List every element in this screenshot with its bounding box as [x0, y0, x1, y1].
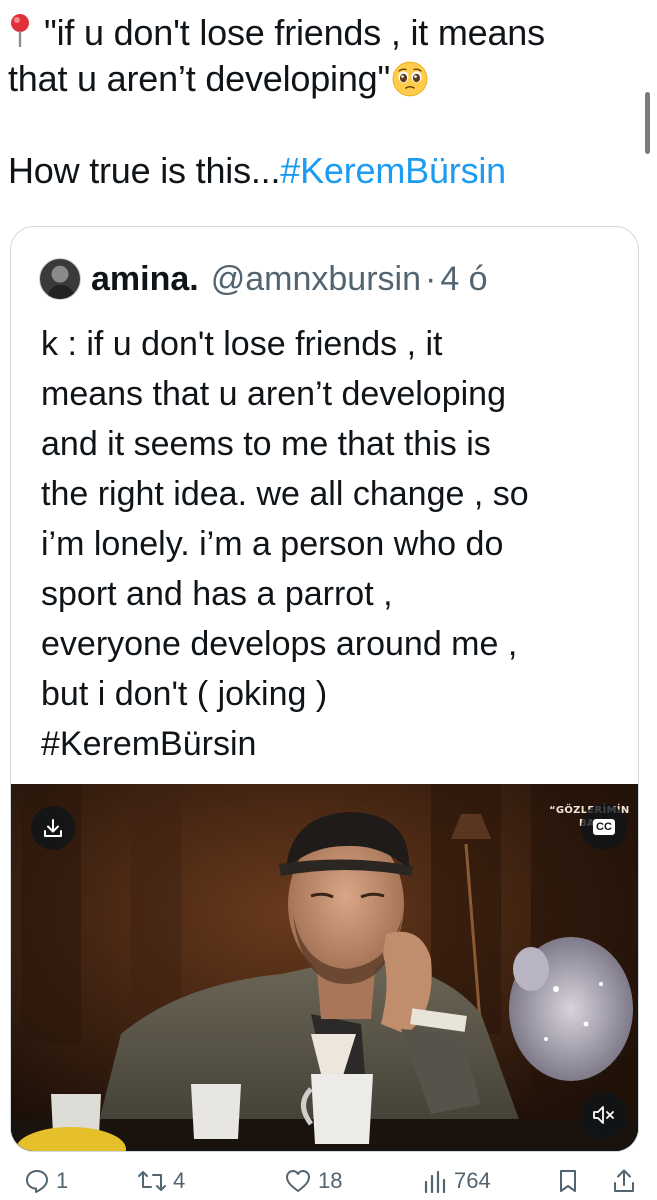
captions-button[interactable]: CC — [581, 804, 627, 850]
quote-line: everyone develops around me , — [41, 625, 518, 663]
share-icon — [614, 1169, 634, 1192]
quote-line: k : if u don't lose friends , it — [41, 325, 443, 363]
round-pushpin-icon — [11, 14, 29, 47]
reply-count: 1 — [56, 1168, 69, 1193]
tweet-detail-page: "if u don't lose friends , it means that… — [0, 0, 657, 1200]
tweet-line-3-text: How true is this... — [8, 150, 281, 191]
view-count: 764 — [454, 1168, 491, 1193]
like-button[interactable]: 18 — [284, 1168, 342, 1194]
download-icon — [44, 819, 62, 837]
download-button[interactable] — [31, 806, 75, 850]
quote-line: but i don't ( joking ) — [41, 675, 328, 713]
quote-hashtag-link[interactable]: #KeremBürsin — [41, 719, 621, 769]
bookmark-icon — [560, 1170, 576, 1192]
reply-button[interactable]: 1 — [24, 1168, 68, 1194]
avatar[interactable] — [39, 258, 81, 300]
hashtag-link[interactable]: #KeremBürsin — [280, 150, 506, 191]
video-frame — [11, 784, 638, 1151]
like-count: 18 — [318, 1168, 343, 1193]
share-button[interactable] — [612, 1168, 636, 1194]
bookmark-button[interactable] — [557, 1168, 579, 1194]
tweet-action-bar: 1 4 18 764 — [0, 1168, 657, 1200]
views-button[interactable]: 764 — [422, 1168, 491, 1194]
cc-icon: CC — [593, 819, 615, 835]
heart-icon — [286, 1170, 310, 1192]
repost-button[interactable]: 4 — [137, 1168, 185, 1194]
quote-line: sport and has a parrot , — [41, 575, 393, 613]
tweet-line-1: "if u don't lose friends , it means — [8, 10, 638, 56]
quoted-tweet-text: k : if u don't lose friends , it means t… — [41, 319, 621, 769]
quote-line: and it seems to me that this is — [41, 425, 491, 463]
video-player[interactable]: “GÖZLERİMİN BAK, CC — [11, 784, 638, 1151]
analytics-icon — [424, 1170, 446, 1194]
quoted-tweet-time[interactable]: 4 ó — [440, 260, 487, 299]
quote-line: the right idea. we all change , so — [41, 475, 529, 513]
separator-dot: · — [424, 259, 437, 298]
tweet-line-3: How true is this...#KeremBürsin — [8, 148, 638, 194]
scrollbar-thumb[interactable] — [645, 92, 650, 154]
quoted-author-name[interactable]: amina. — [91, 260, 199, 299]
pleading-face-icon — [392, 61, 428, 97]
tweet-line-1-text: "if u don't lose friends , it means — [44, 12, 545, 53]
reply-icon — [26, 1170, 48, 1193]
quoted-tweet-card[interactable]: amina. @amnxbursin · 4 ó k : if u don't … — [10, 226, 639, 1152]
repost-icon — [138, 1171, 166, 1191]
tweet-line-2-text: that u aren’t developing" — [8, 58, 391, 99]
tweet-line-2: that u aren’t developing" — [8, 56, 638, 102]
quoted-author-handle[interactable]: @amnxbursin — [211, 260, 421, 299]
quote-line: means that u aren’t developing — [41, 375, 506, 413]
repost-count: 4 — [173, 1168, 186, 1193]
tweet-text: "if u don't lose friends , it means that… — [8, 10, 638, 194]
muted-speaker-icon — [593, 1106, 614, 1124]
quoted-tweet-header: amina. @amnxbursin · 4 ó — [39, 257, 488, 301]
mute-button[interactable] — [581, 1092, 627, 1138]
quote-line: i’m lonely. i’m a person who do — [41, 525, 504, 563]
